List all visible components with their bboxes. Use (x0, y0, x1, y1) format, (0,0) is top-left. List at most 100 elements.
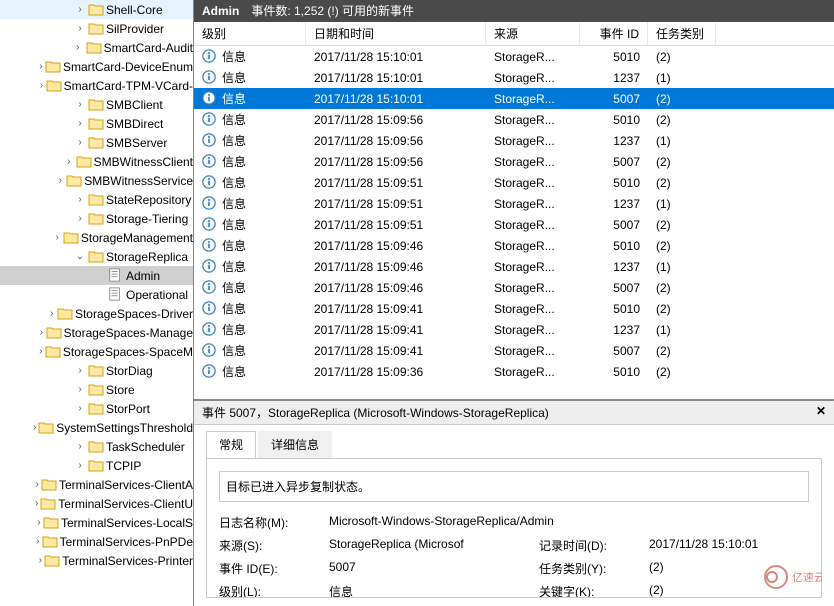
event-row[interactable]: 信息2017/11/28 15:09:56StorageR...5010(2) (194, 109, 834, 130)
col-taskcat[interactable]: 任务类别 (648, 22, 716, 45)
expand-icon[interactable]: › (37, 80, 45, 91)
expand-icon[interactable]: › (37, 61, 45, 72)
tree-item-storport[interactable]: ›StorPort (0, 399, 193, 418)
event-level: 信息 (222, 71, 246, 85)
tree-item-systemsettingsthreshold[interactable]: ›SystemSettingsThreshold (0, 418, 193, 437)
expand-icon[interactable]: › (70, 42, 86, 53)
col-datetime[interactable]: 日期和时间 (306, 22, 486, 45)
info-icon (202, 70, 218, 86)
expand-icon[interactable]: › (37, 346, 45, 357)
event-level: 信息 (222, 155, 246, 169)
tree-item-tcpip[interactable]: ›TCPIP (0, 456, 193, 475)
event-row[interactable]: 信息2017/11/28 15:09:41StorageR...5010(2) (194, 298, 834, 319)
tree-item-operational[interactable]: Operational (0, 285, 193, 304)
event-row[interactable]: 信息2017/11/28 15:09:51StorageR...5007(2) (194, 214, 834, 235)
tree-item-storagespaces-driver[interactable]: ›StorageSpaces-Driver (0, 304, 193, 323)
tree-item-stordiag[interactable]: ›StorDiag (0, 361, 193, 380)
event-row[interactable]: 信息2017/11/28 15:09:36StorageR...5010(2) (194, 361, 834, 382)
expand-icon[interactable]: › (51, 232, 62, 243)
expand-icon[interactable]: › (37, 327, 45, 338)
expand-icon[interactable]: › (47, 308, 57, 319)
event-id: 5010 (580, 363, 648, 381)
expand-icon[interactable]: › (54, 175, 66, 186)
expand-icon[interactable]: › (33, 498, 40, 509)
tree-item-storagespaces-manage[interactable]: ›StorageSpaces-Manage (0, 323, 193, 342)
expand-icon[interactable]: › (72, 118, 88, 129)
expand-icon[interactable]: › (72, 23, 88, 34)
tree-item-storagespaces-spacem[interactable]: ›StorageSpaces-SpaceM (0, 342, 193, 361)
tree-item-smartcard-audit[interactable]: › SmartCard-Audit (0, 38, 193, 57)
expand-icon[interactable]: › (72, 194, 88, 205)
event-id: 1237 (580, 69, 648, 87)
tree-item-smbdirect[interactable]: ›SMBDirect (0, 114, 193, 133)
tree-item-label: StorageManagement (81, 231, 193, 245)
tree-item-store[interactable]: ›Store (0, 380, 193, 399)
folder-icon (46, 325, 62, 341)
tree-item-storagereplica[interactable]: ⌄StorageReplica (0, 247, 193, 266)
col-source[interactable]: 来源 (486, 22, 580, 45)
tree-item-storagemanagement[interactable]: › StorageManagement (0, 228, 193, 247)
expand-icon[interactable]: › (72, 137, 88, 148)
log-icon (108, 287, 124, 303)
expand-icon[interactable]: › (31, 422, 38, 433)
tree-item-smbwitnessservice[interactable]: ›SMBWitnessService (0, 171, 193, 190)
tree-item-smartcard-tpm-vcard-[interactable]: ›SmartCard-TPM-VCard- (0, 76, 193, 95)
event-row[interactable]: 信息2017/11/28 15:09:51StorageR...5010(2) (194, 172, 834, 193)
event-row[interactable]: 信息2017/11/28 15:09:56StorageR...5007(2) (194, 151, 834, 172)
info-icon (202, 196, 218, 212)
col-eventid[interactable]: 事件 ID (580, 22, 648, 45)
tree-item-staterepository[interactable]: ›StateRepository (0, 190, 193, 209)
event-taskcat: (2) (648, 342, 716, 360)
val-source: StorageReplica (Microsof (329, 537, 539, 554)
expand-icon[interactable]: › (72, 403, 88, 414)
expand-icon[interactable]: › (62, 156, 76, 167)
expand-icon[interactable]: › (72, 460, 88, 471)
event-datetime: 2017/11/28 15:09:41 (306, 321, 486, 339)
expand-icon[interactable]: › (36, 555, 44, 566)
tab-general[interactable]: 常规 (206, 431, 256, 458)
event-level: 信息 (222, 92, 246, 106)
tree-item-taskscheduler[interactable]: ›TaskScheduler (0, 437, 193, 456)
event-row[interactable]: 信息2017/11/28 15:09:41StorageR...1237(1) (194, 319, 834, 340)
tree-item-smbclient[interactable]: ›SMBClient (0, 95, 193, 114)
close-icon[interactable]: ✕ (816, 404, 826, 421)
event-row[interactable]: 信息2017/11/28 15:09:46StorageR...5010(2) (194, 235, 834, 256)
expand-icon[interactable]: › (72, 441, 88, 452)
event-rows[interactable]: 信息2017/11/28 15:10:01StorageR...5010(2)信… (194, 46, 834, 399)
tree-item-shell-core[interactable]: ›Shell-Core (0, 0, 193, 19)
tree-item-silprovider[interactable]: ›SilProvider (0, 19, 193, 38)
expand-icon[interactable]: › (72, 4, 88, 15)
expand-icon[interactable]: › (72, 213, 88, 224)
tree-item-smbserver[interactable]: ›SMBServer (0, 133, 193, 152)
expand-icon[interactable]: › (72, 365, 88, 376)
event-row[interactable]: 信息2017/11/28 15:09:51StorageR...1237(1) (194, 193, 834, 214)
event-id: 5007 (580, 90, 648, 108)
tree-item-smbwitnessclient[interactable]: ›SMBWitnessClient (0, 152, 193, 171)
event-row[interactable]: 信息2017/11/28 15:09:56StorageR...1237(1) (194, 130, 834, 151)
expand-icon[interactable]: ⌄ (72, 251, 88, 262)
event-id: 5007 (580, 342, 648, 360)
tree-item-terminalservices-pnpde[interactable]: ›TerminalServices-PnPDe (0, 532, 193, 551)
expand-icon[interactable]: › (34, 479, 41, 490)
tree-item-terminalservices-clienta[interactable]: ›TerminalServices-ClientA (0, 475, 193, 494)
tree-item-terminalservices-locals[interactable]: ›TerminalServices-LocalS (0, 513, 193, 532)
event-row[interactable]: 信息2017/11/28 15:10:01StorageR...5007(2) (194, 88, 834, 109)
event-row[interactable]: 信息2017/11/28 15:09:46StorageR...1237(1) (194, 256, 834, 277)
expand-icon[interactable]: › (72, 99, 88, 110)
tree-item-smartcard-deviceenum[interactable]: ›SmartCard-DeviceEnum (0, 57, 193, 76)
expand-icon[interactable]: › (35, 517, 43, 528)
tab-details[interactable]: 详细信息 (258, 431, 332, 458)
expand-icon[interactable]: › (72, 384, 88, 395)
tree-item-terminalservices-clientu[interactable]: ›TerminalServices-ClientU (0, 494, 193, 513)
event-row[interactable]: 信息2017/11/28 15:09:46StorageR...5007(2) (194, 277, 834, 298)
tree-item-admin[interactable]: Admin (0, 266, 193, 285)
expand-icon[interactable]: › (34, 536, 42, 547)
tree-item-storage-tiering[interactable]: ›Storage-Tiering (0, 209, 193, 228)
event-row[interactable]: 信息2017/11/28 15:10:01StorageR...1237(1) (194, 67, 834, 88)
col-level[interactable]: 级别 (194, 22, 306, 45)
event-row[interactable]: 信息2017/11/28 15:10:01StorageR...5010(2) (194, 46, 834, 67)
event-row[interactable]: 信息2017/11/28 15:09:41StorageR...5007(2) (194, 340, 834, 361)
info-icon (202, 301, 218, 317)
tree-item-label: SmartCard-Audit (104, 41, 193, 55)
tree-item-terminalservices-printer[interactable]: ›TerminalServices-Printer (0, 551, 193, 570)
